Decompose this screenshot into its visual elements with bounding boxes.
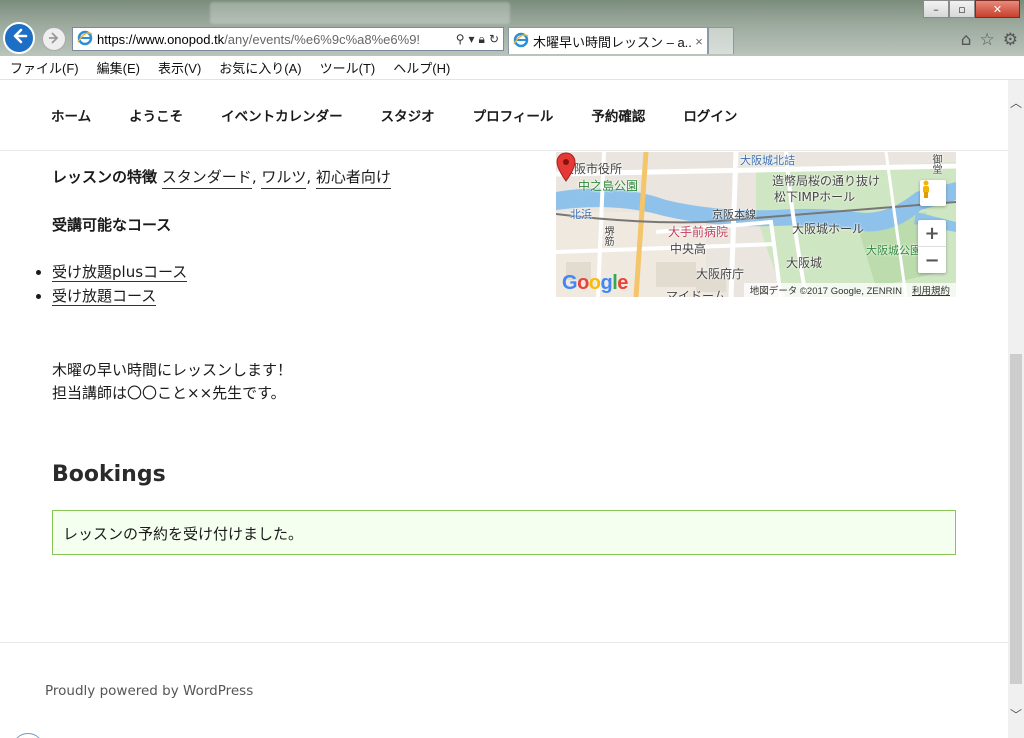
tag-beginner[interactable]: 初心者向け: [315, 168, 391, 189]
address-bar[interactable]: https://www.onopod.tk/any/events/%e6%9c%…: [72, 27, 504, 51]
map-label-road: 御堂: [930, 154, 941, 174]
nav-studio[interactable]: スタジオ: [381, 105, 435, 125]
web-page: ホーム ようこそ イベントカレンダー スタジオ プロフィール 予約確認 ログイン…: [0, 80, 1008, 738]
dropdown-icon[interactable]: ▾: [469, 32, 475, 47]
vertical-scrollbar[interactable]: ︿ ﹀: [1008, 80, 1024, 738]
back-button[interactable]: [3, 22, 35, 54]
site-navigation: ホーム ようこそ イベントカレンダー スタジオ プロフィール 予約確認 ログイン: [0, 80, 1008, 151]
ie-logo-icon: [513, 32, 529, 51]
list-item: 受け放題plusコース: [52, 260, 188, 284]
map-label-railway: 京阪本線: [712, 208, 756, 221]
map-label-imp: 松下IMPホール: [774, 190, 856, 204]
lesson-features: レッスンの特徴 スタンダード, ワルツ, 初心者向け: [52, 166, 391, 189]
scroll-up-arrow-icon[interactable]: ︿: [1008, 94, 1024, 110]
browser-chrome: https://www.onopod.tk/any/events/%e6%9c%…: [0, 0, 1024, 56]
tag-waltz[interactable]: ワルツ: [261, 168, 307, 189]
zoom-out-button[interactable]: −: [918, 246, 946, 273]
courses-list: 受け放題plusコース 受け放題コース: [34, 260, 188, 308]
google-logo[interactable]: Google: [562, 272, 628, 295]
footer-credit-link[interactable]: Proudly powered by WordPress: [45, 683, 253, 699]
nav-home[interactable]: ホーム: [51, 105, 91, 125]
map-label-station: 大阪城北詰: [740, 154, 795, 167]
course-link-unlimited[interactable]: 受け放題コース: [52, 287, 157, 306]
tab-active[interactable]: 木曜早い時間レッスン – a... ×: [508, 27, 708, 54]
scroll-down-arrow-icon[interactable]: ﹀: [1008, 706, 1024, 722]
map-label-park2: 大阪城公園: [866, 244, 921, 257]
nav-welcome[interactable]: ようこそ: [129, 105, 183, 125]
back-arrow-icon: [10, 27, 28, 49]
lock-icon[interactable]: 🔒︎: [479, 32, 485, 47]
site-footer: Proudly powered by WordPress: [0, 642, 1008, 738]
minimize-button[interactable]: –: [923, 0, 949, 18]
map-label-school: 中央高: [670, 242, 707, 256]
scrollbar-thumb[interactable]: [1010, 354, 1022, 684]
window-controls: – ▫ ✕: [923, 0, 1020, 20]
nav-login[interactable]: ログイン: [683, 105, 737, 125]
description-line: 担当講師は〇〇こと××先生です。: [52, 384, 286, 402]
menu-file[interactable]: ファイル(F): [0, 58, 87, 77]
settings-gear-icon[interactable]: ⚙: [1003, 30, 1018, 50]
menu-favorites[interactable]: お気に入り(A): [209, 58, 309, 77]
favorites-star-icon[interactable]: ☆: [980, 30, 995, 50]
course-link-plus[interactable]: 受け放題plusコース: [52, 263, 188, 282]
menu-tools[interactable]: ツール(T): [310, 58, 384, 77]
menu-edit[interactable]: 編集(E): [87, 58, 148, 77]
street-view-pegman-icon[interactable]: [920, 180, 946, 206]
tab-title: 木曜早い時間レッスン – a...: [533, 34, 691, 50]
nav-event-calendar[interactable]: イベントカレンダー: [221, 105, 343, 125]
browser-tools: ⌂ ☆ ⚙: [961, 30, 1018, 50]
map-label-park: 中之島公園: [578, 179, 639, 193]
nav-booking-check[interactable]: 予約確認: [591, 105, 645, 125]
bookings-heading: Bookings: [52, 462, 166, 487]
features-label: レッスンの特徴: [52, 168, 158, 186]
search-icon[interactable]: ⚲: [456, 32, 465, 47]
menu-bar: ファイル(F) 編集(E) 表示(V) お気に入り(A) ツール(T) ヘルプ(…: [0, 56, 1024, 80]
new-tab-button[interactable]: [708, 27, 734, 54]
refresh-icon[interactable]: ↻: [489, 32, 499, 47]
list-item: 受け放題コース: [52, 284, 187, 308]
menu-view[interactable]: 表示(V): [148, 58, 209, 77]
map-label-road: 堺筋: [602, 226, 613, 246]
ie-logo-icon: [77, 30, 93, 49]
courses-title: 受講可能なコース: [52, 216, 172, 234]
url-text[interactable]: https://www.onopod.tk/any/events/%e6%9c%…: [97, 32, 456, 47]
map-attribution-text: 地図データ ©2017 Google, ZENRIN: [749, 286, 902, 297]
nav-profile[interactable]: プロフィール: [473, 105, 554, 125]
map-terms-link[interactable]: 利用規約: [912, 283, 950, 297]
lesson-description: 木曜の早い時間にレッスンします！ 担当講師は〇〇こと××先生です。: [52, 359, 292, 405]
map-label-castle: 大阪城: [786, 256, 823, 270]
forward-button[interactable]: [42, 27, 66, 51]
background-tab-blurred: [210, 2, 510, 24]
map-label-mint: 造幣局桜の通り抜け: [772, 174, 881, 188]
map-label-kitahama: 北浜: [570, 208, 592, 221]
zoom-in-button[interactable]: +: [918, 220, 946, 246]
map-label-hall: 大阪城ホール: [792, 222, 865, 236]
tab-close-icon[interactable]: ×: [691, 34, 707, 49]
home-icon[interactable]: ⌂: [961, 30, 972, 50]
maximize-button[interactable]: ▫: [949, 0, 975, 18]
close-window-button[interactable]: ✕: [975, 0, 1020, 18]
booking-success-notice: レッスンの予約を受け付けました。: [52, 510, 956, 555]
map-label-pref: 大阪府庁: [696, 267, 745, 281]
description-line: 木曜の早い時間にレッスンします！: [52, 361, 293, 379]
map-attribution: 地図データ ©2017 Google, ZENRIN 利用規約: [743, 283, 956, 297]
menu-help[interactable]: ヘルプ(H): [383, 58, 458, 77]
tag-standard[interactable]: スタンダード: [161, 168, 252, 189]
forward-arrow-icon: [47, 30, 61, 49]
map-label-hospital: 大手前病院: [668, 225, 729, 239]
google-map[interactable]: 大阪市役所 中之島公園 北浜 大手前病院 中央高 大阪府庁 マイドーム 大阪城北…: [556, 152, 956, 297]
map-label-dome: マイドーム: [666, 289, 726, 297]
map-zoom-controls: + −: [918, 220, 946, 273]
wordpress-icon[interactable]: [12, 733, 44, 738]
location-pin-icon[interactable]: [556, 152, 576, 182]
